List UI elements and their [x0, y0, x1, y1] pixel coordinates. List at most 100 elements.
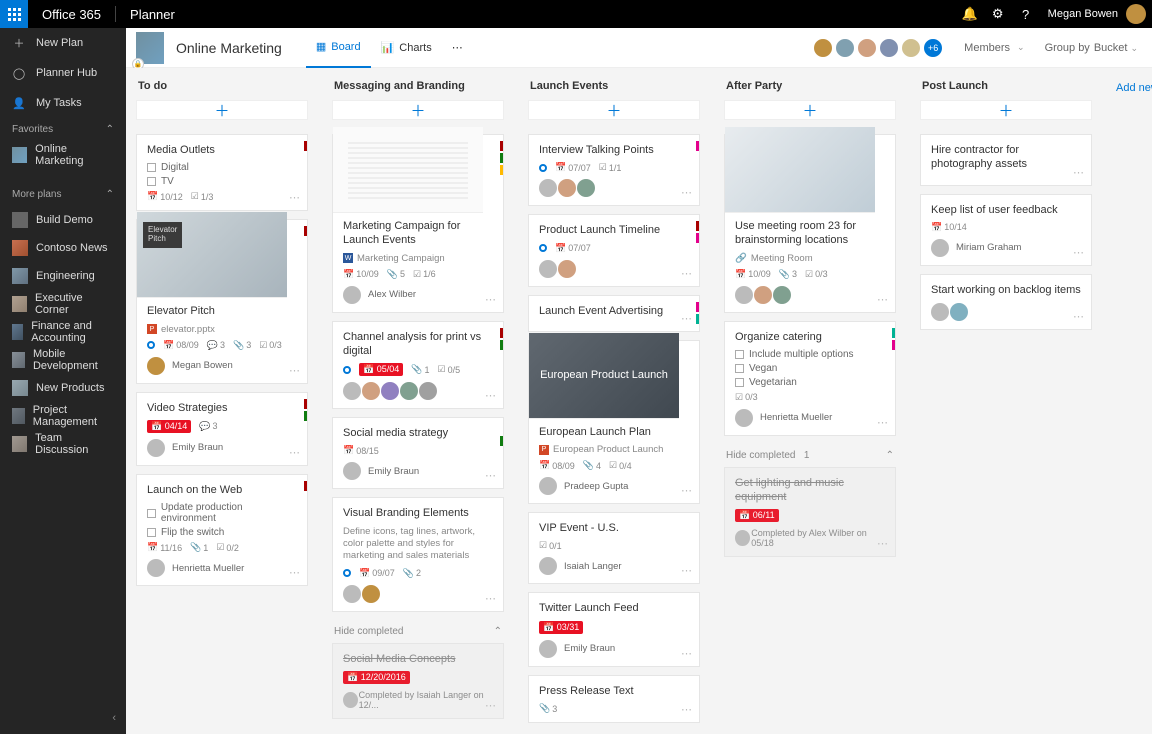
assignee-avatar[interactable] — [931, 239, 949, 257]
hide-completed-toggle[interactable]: Hide completed 1⌃ — [724, 444, 896, 467]
plan-title[interactable]: Online Marketing — [176, 40, 282, 56]
task-card[interactable]: Launch Event Advertising ⋯ — [528, 295, 700, 332]
checkbox[interactable] — [147, 163, 156, 172]
card-menu[interactable]: ⋯ — [681, 267, 693, 280]
hide-completed-toggle[interactable]: Hide completed⌃ — [332, 620, 504, 643]
task-card[interactable]: ElevatorPitch Elevator Pitch Pelevator.p… — [136, 219, 308, 383]
task-card[interactable]: Video Strategies 📅 04/14💬 3 Emily Braun … — [136, 392, 308, 466]
plan-item[interactable]: Executive Corner — [0, 290, 126, 318]
more-plans-header[interactable]: More plans ⌃ — [0, 183, 126, 206]
user-name[interactable]: Megan Bowen — [1040, 8, 1126, 20]
add-task-button[interactable]: ＋ — [528, 100, 700, 120]
task-card[interactable]: Twitter Launch Feed 📅 03/31 Emily Braun … — [528, 592, 700, 666]
assignee-avatar[interactable] — [735, 286, 753, 304]
assignee-avatar[interactable] — [754, 286, 772, 304]
card-menu[interactable]: ⋯ — [877, 537, 889, 550]
assignee-avatar[interactable] — [558, 179, 576, 197]
assignee-avatar[interactable] — [147, 357, 165, 375]
plan-item[interactable]: Mobile Development — [0, 346, 126, 374]
assignee-avatar[interactable] — [539, 477, 557, 495]
user-avatar[interactable] — [1126, 4, 1146, 24]
assignee-avatar[interactable] — [539, 640, 557, 658]
tab-board[interactable]: ▦ Board — [306, 28, 371, 68]
task-card[interactable]: Organize catering Include multiple optio… — [724, 321, 896, 436]
card-menu[interactable]: ⋯ — [1073, 166, 1085, 179]
notifications-icon[interactable]: 🔔 — [956, 0, 984, 28]
card-menu[interactable]: ⋯ — [1073, 246, 1085, 259]
assignee-avatar[interactable] — [147, 559, 165, 577]
assignee-avatar[interactable] — [539, 179, 557, 197]
plan-item[interactable]: Finance and Accounting — [0, 318, 126, 346]
collapse-nav-button[interactable]: ‹ — [112, 712, 116, 724]
assignee-avatar[interactable] — [400, 382, 418, 400]
assignee-avatar[interactable] — [539, 557, 557, 575]
task-card[interactable]: Use meeting room 23 for brainstorming lo… — [724, 134, 896, 313]
card-menu[interactable]: ⋯ — [485, 293, 497, 306]
task-card-completed[interactable]: Get lighting and music equipment 📅 06/11… — [724, 467, 896, 558]
assignee-avatar[interactable] — [419, 382, 437, 400]
task-card[interactable]: Start working on backlog items ⋯ — [920, 274, 1092, 330]
assignee-avatar[interactable] — [147, 439, 165, 457]
task-card[interactable]: VIP Event - U.S. ☑ 0/1 Isaiah Langer ⋯ — [528, 512, 700, 584]
members-dropdown[interactable]: Members — [964, 42, 1024, 54]
checkbox[interactable] — [735, 378, 744, 387]
task-card[interactable]: Social media strategy 📅 08/15 Emily Brau… — [332, 417, 504, 489]
add-task-button[interactable]: ＋ — [724, 100, 896, 120]
favorites-header[interactable]: Favorites ⌃ — [0, 118, 126, 141]
member-avatar[interactable] — [834, 37, 856, 59]
card-menu[interactable]: ⋯ — [681, 186, 693, 199]
card-menu[interactable]: ⋯ — [289, 364, 301, 377]
bucket-title[interactable]: After Party — [724, 80, 896, 100]
assignee-avatar[interactable] — [558, 260, 576, 278]
board[interactable]: To do ＋ Media Outlets Digital TV 📅 10/12… — [126, 68, 1152, 734]
add-task-button[interactable]: ＋ — [332, 100, 504, 120]
plan-item[interactable]: New Products — [0, 374, 126, 402]
plan-item[interactable]: Team Discussion — [0, 430, 126, 458]
task-card[interactable]: European Product Launch European Launch … — [528, 340, 700, 504]
card-menu[interactable]: ⋯ — [681, 647, 693, 660]
add-task-button[interactable]: ＋ — [136, 100, 308, 120]
bucket-title[interactable]: Launch Events — [528, 80, 700, 100]
plan-item[interactable]: Project Management — [0, 402, 126, 430]
card-menu[interactable]: ⋯ — [681, 564, 693, 577]
task-card[interactable]: Interview Talking Points 📅 07/07☑ 1/1 ⋯ — [528, 134, 700, 206]
card-menu[interactable]: ⋯ — [485, 389, 497, 402]
plan-item[interactable]: Contoso News — [0, 234, 126, 262]
assignee-avatar[interactable] — [362, 585, 380, 603]
task-card[interactable]: Channel analysis for print vs digital 📅 … — [332, 321, 504, 410]
member-more[interactable]: +6 — [922, 37, 944, 59]
add-task-button[interactable]: ＋ — [920, 100, 1092, 120]
app-launcher[interactable] — [0, 0, 28, 28]
bucket-title[interactable]: Post Launch — [920, 80, 1092, 100]
card-menu[interactable]: ⋯ — [1073, 310, 1085, 323]
bucket-title[interactable]: Messaging and Branding — [332, 80, 504, 100]
favorite-plan-online-marketing[interactable]: Online Marketing — [0, 141, 126, 169]
task-card[interactable]: Media Outlets Digital TV 📅 10/12☑ 1/3 ⋯ — [136, 134, 308, 211]
more-menu[interactable]: ⋯ — [442, 28, 473, 68]
help-icon[interactable]: ? — [1012, 0, 1040, 28]
assignee-avatar[interactable] — [931, 303, 949, 321]
assignee-avatar[interactable] — [362, 382, 380, 400]
group-by-dropdown[interactable]: Group by Bucket — [1045, 42, 1138, 54]
my-tasks-link[interactable]: 👤 My Tasks — [0, 88, 126, 118]
card-menu[interactable]: ⋯ — [485, 699, 497, 712]
checkbox[interactable] — [147, 528, 156, 537]
member-avatar[interactable] — [856, 37, 878, 59]
member-avatar[interactable] — [900, 37, 922, 59]
card-menu[interactable]: ⋯ — [877, 293, 889, 306]
tab-charts[interactable]: 📊 Charts — [371, 28, 442, 68]
app-name[interactable]: Planner — [116, 7, 189, 22]
card-menu[interactable]: ⋯ — [289, 566, 301, 579]
assignee-avatar[interactable] — [735, 409, 753, 427]
plan-item[interactable]: Engineering — [0, 262, 126, 290]
assignee-avatar[interactable] — [343, 585, 361, 603]
checkbox[interactable] — [147, 177, 156, 186]
card-menu[interactable]: ⋯ — [681, 312, 693, 325]
assignee-avatar[interactable] — [539, 260, 557, 278]
task-card[interactable]: Keep list of user feedback 📅 10/14 Miria… — [920, 194, 1092, 266]
plan-item[interactable]: Build Demo — [0, 206, 126, 234]
assignee-avatar[interactable] — [343, 286, 361, 304]
planner-hub-link[interactable]: ◯ Planner Hub — [0, 58, 126, 88]
card-menu[interactable]: ⋯ — [289, 446, 301, 459]
assignee-avatar[interactable] — [577, 179, 595, 197]
